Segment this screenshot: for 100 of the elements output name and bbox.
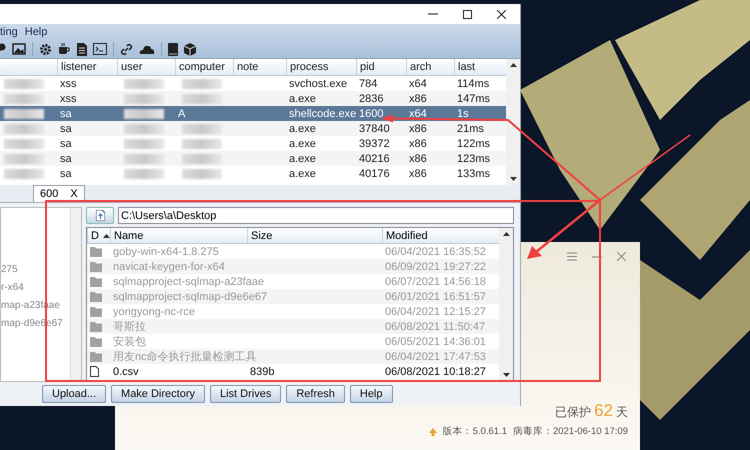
book-icon[interactable] [168,42,178,56]
tree-item[interactable]: r-x64 [1,282,70,298]
blurred-text [4,94,44,104]
path-field[interactable]: C:\Users\a\Desktop [118,207,514,224]
menu-item[interactable]: ting [0,26,18,38]
file-modified: 06/01/2021 16:51:57 [385,290,486,302]
table-cell: x86 [409,152,427,164]
session-row[interactable]: sa a.exe 37840 x86 21ms [0,121,506,136]
cube-icon[interactable] [184,42,196,56]
action-button[interactable]: Make Directory [111,385,205,403]
scrollbar[interactable] [506,59,520,185]
table-cell: a.exe [289,138,316,150]
column-header[interactable]: note [233,59,286,75]
table-cell: sa [60,138,72,150]
image-icon[interactable] [12,43,26,55]
folder-icon [90,276,102,286]
protected-days: 62 [594,401,613,421]
folder-icon [90,306,102,316]
blurred-text [182,168,222,178]
column-header[interactable]: computer [175,59,233,75]
table-cell: xss [60,92,76,104]
column-header[interactable]: arch [406,59,454,75]
menu-icon[interactable] [567,252,577,261]
table-cell: A [178,108,186,120]
blurred-text [124,138,164,148]
blurred-text [4,78,44,88]
file-modified: 06/08/2021 11:50:47 [385,320,486,332]
session-row[interactable]: xss a.exe 2836 x86 147ms [0,91,506,106]
column-header[interactable]: last [454,59,504,75]
table-cell: 39372 [359,138,390,150]
close-icon[interactable] [497,10,506,18]
scroll-down-icon[interactable] [502,373,510,377]
scroll-down-icon[interactable] [510,177,516,181]
action-button[interactable]: Refresh [286,385,345,403]
table-cell: 122ms [457,138,490,150]
cloud-icon[interactable] [139,44,155,54]
blurred-text [182,154,222,164]
table-cell: x64 [409,78,427,90]
blurred-text [124,108,164,118]
blurred-text [4,108,44,118]
file-modified: 06/04/2021 17:47:53 [385,350,486,362]
table-cell: svchost.exe [289,78,348,90]
folder-icon [90,336,102,346]
column-header[interactable]: Name [110,228,247,243]
action-button[interactable]: Help [350,385,392,403]
document-icon[interactable] [77,42,87,56]
parent-folder-button[interactable] [86,207,114,224]
column-header[interactable]: process [286,59,356,75]
settings-icon[interactable] [39,42,52,56]
column-header[interactable]: D [87,228,110,243]
session-tab[interactable]: 600 X [33,185,85,202]
menu-item[interactable]: Help [24,26,48,38]
table-cell: 784 [359,78,378,90]
maximize-icon[interactable] [463,10,472,18]
table-cell: x86 [409,92,427,104]
scrollbar[interactable] [499,228,513,381]
table-cell: sa [60,168,72,180]
session-row[interactable]: sa a.exe 40216 x86 123ms [0,151,506,166]
scroll-up-icon[interactable] [502,232,510,236]
file-name[interactable]: 0.csv [113,366,139,378]
blurred-text [4,138,44,148]
table-cell: 123ms [457,152,490,164]
file-modified: 06/09/2021 19:27:22 [385,260,486,272]
file-modified: 06/05/2021 14:36:01 [385,336,486,348]
session-row[interactable]: sa a.exe 40176 x86 133ms [0,166,506,181]
blurred-text [182,78,222,88]
table-cell: 40216 [359,152,390,164]
blurred-text [4,154,44,164]
table-cell: 2836 [359,92,384,104]
column-header[interactable]: pid [356,59,406,75]
column-header[interactable]: Size [247,228,382,243]
blurred-text [4,124,44,134]
table-cell: a.exe [289,168,316,180]
table-cell: 37840 [359,122,390,134]
action-button[interactable]: Upload... [42,385,106,403]
session-row[interactable]: xss svchost.exe 784 x64 114ms [0,76,506,91]
scroll-up-icon[interactable] [510,63,516,67]
coffee-cup-icon[interactable] [58,43,71,55]
table-cell: x86 [409,122,427,134]
tab-close-button[interactable]: X [70,188,78,200]
session-row[interactable]: sa a.exe 39372 x86 122ms [0,136,506,151]
column-header[interactable]: listener [57,59,117,75]
blurred-text [182,124,222,134]
column-header[interactable]: user [117,59,175,75]
file-modified: 06/08/2021 10:18:27 [385,366,486,378]
table-cell: 1600 [359,108,384,120]
action-button[interactable]: List Drives [210,385,282,403]
blurred-text [182,138,222,148]
file-modified: 06/07/2021 14:56:18 [385,276,486,288]
scrollbar[interactable] [70,208,81,381]
session-row[interactable]: sa A shellcode.exe 1600 x64 1s [0,106,506,121]
table-cell: 114ms [457,78,490,90]
tree-item[interactable]: 275 [1,264,70,280]
blurred-text [124,124,164,134]
virus-db-text: 病毒库：2021-06-10 17:09 [512,425,628,438]
link-icon[interactable] [120,42,133,56]
terminal-icon[interactable] [93,43,107,55]
table-cell: xss [60,78,76,90]
folder-icon [90,352,102,362]
minimize-icon[interactable] [428,13,438,15]
